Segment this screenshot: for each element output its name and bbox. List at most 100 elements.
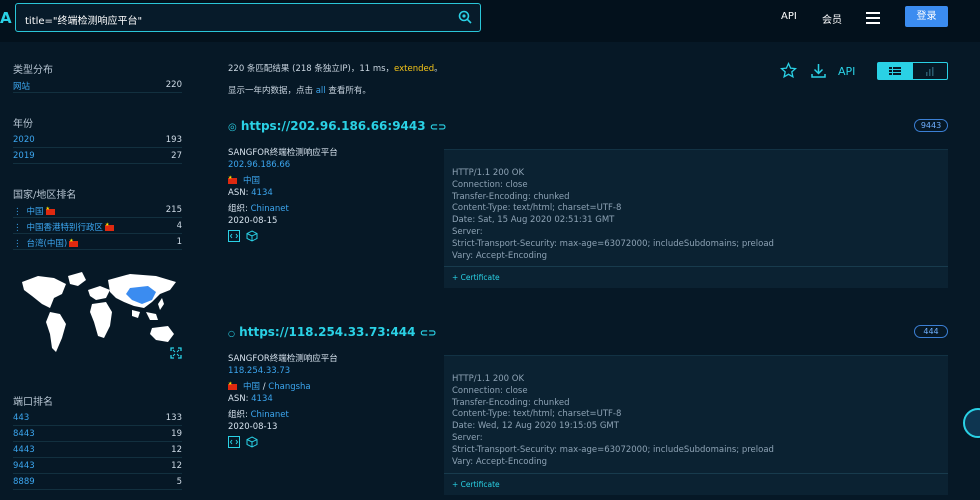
result-hint: 显示一年内数据，点击 all 查看所有。 bbox=[228, 84, 371, 96]
star-icon[interactable] bbox=[780, 62, 797, 79]
date: 2020-08-13 bbox=[228, 422, 278, 432]
http-header-panel: HTTP/1.1 200 OK Connection: close Transf… bbox=[444, 149, 948, 288]
expand-dot-icon[interactable]: ⋮ bbox=[13, 207, 22, 217]
ip-link[interactable]: 118.254.33.73 bbox=[228, 366, 290, 376]
nav-member-link[interactable]: 会员 bbox=[822, 11, 842, 26]
type-label[interactable]: 网站 bbox=[13, 80, 30, 92]
cube-icon[interactable] bbox=[246, 436, 258, 448]
hint-text: 查看所有。 bbox=[325, 86, 371, 96]
result-url[interactable]: https://202.96.186.66:9443 bbox=[241, 119, 426, 133]
expand-dot-icon[interactable]: ⋮ bbox=[13, 223, 22, 233]
port-row[interactable]: 8889 5 bbox=[13, 475, 182, 490]
year-row[interactable]: 2020 193 bbox=[13, 133, 182, 148]
bar-chart-icon bbox=[926, 67, 934, 76]
fullscreen-icon[interactable] bbox=[170, 347, 182, 359]
result-action-icons bbox=[228, 230, 258, 242]
port-count: 19 bbox=[171, 429, 182, 439]
port-count: 12 bbox=[171, 461, 182, 471]
result-action-icons bbox=[228, 436, 258, 448]
search-box[interactable]: title="终端检测响应平台" bbox=[15, 3, 481, 32]
port-row[interactable]: 9443 12 bbox=[13, 459, 182, 474]
chart-view-button[interactable] bbox=[913, 63, 947, 79]
asn-label: ASN: bbox=[228, 394, 252, 404]
floating-action-button[interactable] bbox=[963, 408, 980, 438]
list-view-button[interactable] bbox=[878, 63, 913, 79]
result-title[interactable]: ◎ https://202.96.186.66:9443 ⊂⊃ bbox=[228, 119, 447, 133]
search-icon[interactable] bbox=[458, 10, 472, 24]
city-link[interactable]: Changsha bbox=[268, 382, 310, 392]
link-icon[interactable]: ⊂⊃ bbox=[430, 122, 447, 133]
country-row[interactable]: ⋮ 中国香港特别行政区 4 bbox=[13, 219, 182, 234]
country-row[interactable]: ⋮ 台湾(中国) 1 bbox=[13, 235, 182, 250]
country-label[interactable]: 中国 bbox=[27, 207, 44, 217]
year-row[interactable]: 2019 27 bbox=[13, 149, 182, 164]
port-label[interactable]: 443 bbox=[13, 413, 29, 423]
date: 2020-08-15 bbox=[228, 216, 278, 226]
certificate-label[interactable]: Certificate bbox=[461, 273, 500, 282]
result-summary: 220 条匹配结果 (218 条独立IP)，11 ms，extended。 bbox=[228, 62, 443, 74]
result-url[interactable]: https://118.254.33.73:444 bbox=[239, 325, 415, 339]
code-icon[interactable] bbox=[228, 436, 240, 448]
year-title: 年份 bbox=[13, 119, 33, 130]
login-button[interactable]: 登录 bbox=[905, 6, 948, 27]
http-headers: HTTP/1.1 200 OK Connection: close Transf… bbox=[452, 374, 774, 467]
country-label[interactable]: 中国香港特别行政区 bbox=[27, 223, 104, 233]
port-label[interactable]: 4443 bbox=[13, 445, 35, 455]
country-row[interactable]: ⋮ 中国 215 bbox=[13, 203, 182, 218]
extended-link[interactable]: extended bbox=[394, 64, 434, 74]
year-label[interactable]: 2019 bbox=[13, 151, 35, 161]
port-badge[interactable]: 9443 bbox=[914, 119, 948, 132]
country-label[interactable]: 台湾(中国) bbox=[27, 239, 68, 249]
china-flag-icon bbox=[69, 238, 79, 247]
port-row[interactable]: 4443 12 bbox=[13, 443, 182, 458]
asn-line: ASN: 4134 bbox=[228, 188, 273, 198]
china-flag-icon bbox=[45, 206, 55, 215]
world-map[interactable] bbox=[20, 268, 187, 360]
type-row[interactable]: 网站 220 bbox=[13, 78, 182, 93]
country-count: 4 bbox=[176, 221, 182, 231]
ip-text[interactable]: 202.96.186.66 bbox=[228, 160, 290, 170]
certificate-label[interactable]: Certificate bbox=[461, 480, 500, 489]
cube-icon[interactable] bbox=[246, 230, 258, 242]
globe-icon: ○ bbox=[228, 329, 235, 338]
certificate-link[interactable]: + Certificate bbox=[452, 480, 500, 489]
port-badge[interactable]: 444 bbox=[914, 325, 948, 338]
country-count: 215 bbox=[165, 205, 182, 215]
download-icon[interactable] bbox=[810, 62, 827, 79]
link-icon[interactable]: ⊂⊃ bbox=[420, 328, 437, 339]
port-label[interactable]: 8889 bbox=[13, 477, 35, 487]
all-link[interactable]: all bbox=[316, 86, 326, 96]
menu-icon[interactable] bbox=[866, 12, 880, 24]
country-count: 1 bbox=[176, 237, 182, 247]
asn-label: ASN: bbox=[228, 188, 252, 198]
expand-dot-icon[interactable]: ⋮ bbox=[13, 239, 22, 249]
year-count: 27 bbox=[171, 151, 182, 161]
port-ranking-title: 端口排名 bbox=[13, 397, 53, 408]
view-toggle[interactable] bbox=[877, 62, 948, 80]
certificate-link[interactable]: + Certificate bbox=[452, 273, 500, 282]
summary-text: 220 条匹配结果 (218 条独立IP)，11 ms， bbox=[228, 64, 395, 74]
country-link[interactable]: 中国 bbox=[243, 176, 260, 186]
asn-link[interactable]: 4134 bbox=[251, 188, 273, 198]
list-icon bbox=[889, 67, 901, 75]
result-title[interactable]: ○ https://118.254.33.73:444 ⊂⊃ bbox=[228, 325, 436, 339]
api-link[interactable]: API bbox=[838, 65, 855, 78]
country-link[interactable]: 中国 bbox=[243, 382, 260, 392]
org-link[interactable]: Chinanet bbox=[251, 410, 289, 420]
code-icon[interactable] bbox=[228, 230, 240, 242]
search-input[interactable]: title="终端检测响应平台" bbox=[25, 12, 142, 27]
country-ranking-title: 国家/地区排名 bbox=[13, 190, 77, 201]
port-row[interactable]: 443 133 bbox=[13, 411, 182, 426]
location: 中国 bbox=[228, 174, 260, 186]
nav-api-link[interactable]: API bbox=[781, 11, 797, 22]
org-link[interactable]: Chinanet bbox=[251, 204, 289, 214]
port-label[interactable]: 8443 bbox=[13, 429, 35, 439]
year-label[interactable]: 2020 bbox=[13, 135, 35, 145]
asn-link[interactable]: 4134 bbox=[251, 394, 273, 404]
ip-text[interactable]: 118.254.33.73 bbox=[228, 366, 290, 376]
port-row[interactable]: 8443 19 bbox=[13, 427, 182, 442]
ip-link[interactable]: 202.96.186.66 bbox=[228, 160, 290, 170]
port-label[interactable]: 9443 bbox=[13, 461, 35, 471]
logo[interactable]: A bbox=[0, 9, 12, 27]
org-label: 组织: bbox=[228, 410, 251, 420]
